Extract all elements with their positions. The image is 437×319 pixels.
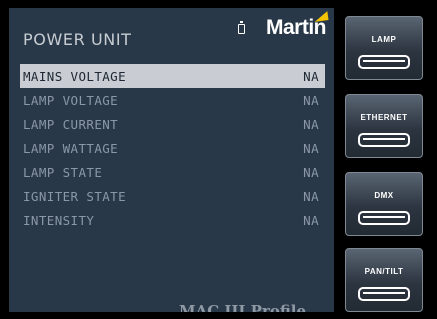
list-item-label: LAMP WATTAGE bbox=[23, 140, 119, 156]
softkey-label: LAMP bbox=[371, 35, 397, 44]
list-item-value: NA bbox=[303, 212, 319, 228]
list-item-label: LAMP CURRENT bbox=[23, 116, 119, 132]
list-item-mains-voltage[interactable]: MAINS VOLTAGE NA bbox=[20, 64, 325, 88]
list-item-igniter-state[interactable]: IGNITER STATE NA bbox=[20, 184, 325, 208]
list-item-label: INTENSITY bbox=[23, 212, 95, 228]
key-bar-icon bbox=[358, 211, 410, 225]
list-item-lamp-state[interactable]: LAMP STATE NA bbox=[20, 160, 325, 184]
list-item-value: NA bbox=[303, 188, 319, 204]
parameter-list: MAINS VOLTAGE NA LAMP VOLTAGE NA LAMP CU… bbox=[20, 64, 325, 232]
list-item-value: NA bbox=[303, 92, 319, 108]
pan-tilt-softkey[interactable]: PAN/TILT bbox=[345, 248, 423, 312]
softkey-label: DMX bbox=[374, 191, 394, 200]
key-bar-icon bbox=[358, 133, 410, 147]
list-item-lamp-voltage[interactable]: LAMP VOLTAGE NA bbox=[20, 88, 325, 112]
list-item-lamp-current[interactable]: LAMP CURRENT NA bbox=[20, 112, 325, 136]
battery-icon bbox=[238, 21, 245, 34]
list-item-value: NA bbox=[303, 116, 319, 132]
lamp-softkey[interactable]: LAMP bbox=[345, 16, 423, 80]
ethernet-softkey[interactable]: ETHERNET bbox=[345, 94, 423, 158]
dmx-softkey[interactable]: DMX bbox=[345, 172, 423, 236]
softkey-label: PAN/TILT bbox=[364, 267, 404, 276]
list-item-label: IGNITER STATE bbox=[23, 188, 127, 204]
list-item-value: NA bbox=[303, 164, 319, 180]
list-item-value: NA bbox=[303, 68, 319, 84]
key-bar-icon bbox=[358, 287, 410, 301]
softkey-label: ETHERNET bbox=[360, 113, 408, 122]
list-item-value: NA bbox=[303, 140, 319, 156]
logo-accent-icon bbox=[313, 11, 329, 22]
list-item-label: MAINS VOLTAGE bbox=[23, 68, 127, 84]
display-screen: POWER UNIT Martin MAINS VOLTAGE NA LAMP … bbox=[9, 8, 334, 312]
list-item-intensity[interactable]: INTENSITY NA bbox=[20, 208, 325, 232]
list-item-label: LAMP VOLTAGE bbox=[23, 92, 119, 108]
list-item-label: LAMP STATE bbox=[23, 164, 103, 180]
page-title: POWER UNIT bbox=[23, 30, 132, 49]
key-bar-icon bbox=[358, 55, 410, 69]
model-name: MAC III Profile bbox=[179, 302, 307, 312]
list-item-lamp-wattage[interactable]: LAMP WATTAGE NA bbox=[20, 136, 325, 160]
